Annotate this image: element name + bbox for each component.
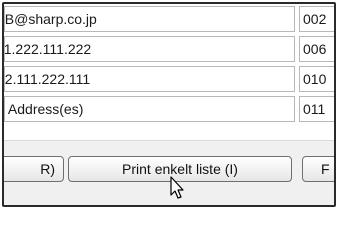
- address-table: 3B@sharp.co.jp 002 11.222.111.222 006 22…: [4, 4, 334, 124]
- address-cell: o Address(es): [4, 96, 295, 122]
- button-bar: R) Print enkelt liste (I) F: [4, 140, 334, 205]
- table-row[interactable]: 22.111.222.111 010: [4, 64, 334, 94]
- address-list-panel: 3B@sharp.co.jp 002 11.222.111.222 006 22…: [2, 2, 336, 207]
- address-cell: 3B@sharp.co.jp: [4, 6, 295, 32]
- partial-right-button[interactable]: F: [302, 156, 334, 182]
- number-cell: 011: [299, 96, 334, 122]
- address-cell: 22.111.222.111: [4, 66, 295, 92]
- table-row[interactable]: 3B@sharp.co.jp 002: [4, 4, 334, 34]
- table-row[interactable]: 11.222.111.222 006: [4, 34, 334, 64]
- table-row[interactable]: o Address(es) 011: [4, 94, 334, 124]
- address-cell: 11.222.111.222: [4, 36, 295, 62]
- mouse-cursor-icon: [170, 176, 184, 199]
- number-cell: 010: [299, 66, 334, 92]
- partial-left-button[interactable]: R): [4, 156, 64, 182]
- number-cell: 002: [299, 6, 334, 32]
- number-cell: 006: [299, 36, 334, 62]
